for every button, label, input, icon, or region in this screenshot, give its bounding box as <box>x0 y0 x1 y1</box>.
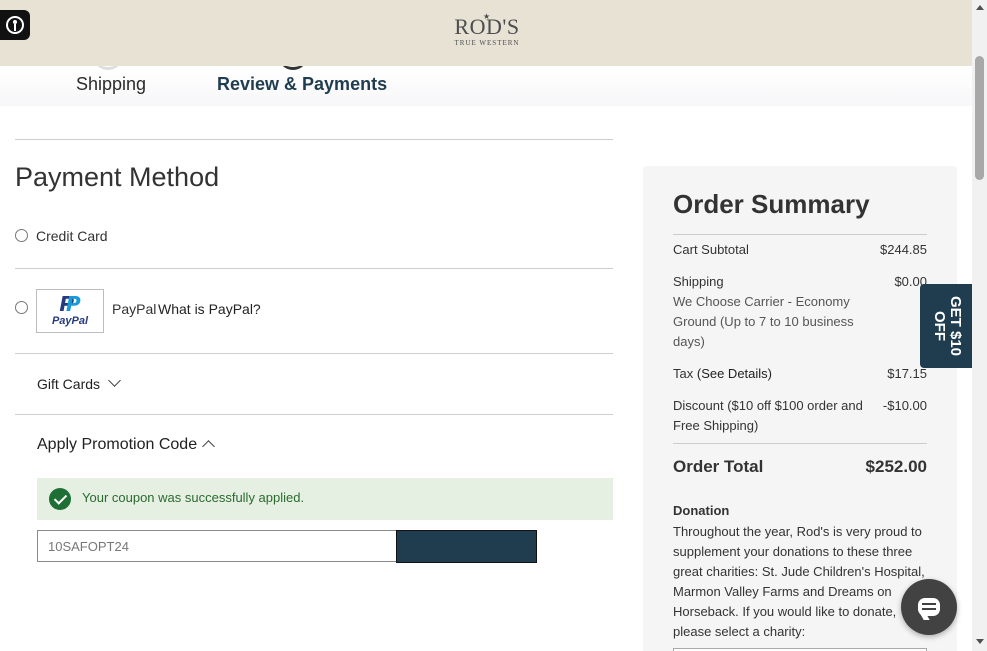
apply-promotion-code-toggle[interactable]: Apply Promotion Code <box>37 436 197 454</box>
cart-subtotal-label: Cart Subtotal <box>673 242 749 257</box>
payment-method-title: Payment Method <box>15 162 220 192</box>
credit-card-label[interactable]: Credit Card <box>36 228 108 244</box>
divider <box>673 443 927 444</box>
gift-cards-section[interactable]: Gift Cards <box>15 354 613 415</box>
success-text: Your coupon was successfully applied. <box>82 490 305 505</box>
credit-card-option[interactable]: Credit Card <box>15 227 613 269</box>
discount-value: -$10.00 <box>882 398 927 413</box>
get-10-off-label: GET $10 OFF <box>931 295 964 357</box>
accessibility-button[interactable] <box>0 10 30 40</box>
paypal-icon: PP <box>59 292 81 316</box>
chat-button[interactable] <box>901 579 957 635</box>
coupon-code-input[interactable] <box>37 530 397 562</box>
site-header: ★ ROD'S TRUE WESTERN <box>0 0 972 66</box>
payment-section: Payment Method Credit Card PP PayPal Pay… <box>15 139 613 563</box>
donation-text: Throughout the year, Rod's is very proud… <box>673 524 925 639</box>
scrollbar-thumb[interactable] <box>975 56 984 180</box>
what-is-paypal-link[interactable]: What is PayPal? <box>158 301 261 317</box>
order-summary: Order Summary Cart Subtotal $244.85 Ship… <box>643 166 957 651</box>
get-10-off-tab[interactable]: GET $10 OFF <box>920 284 972 368</box>
checkout-progress: Shipping Review & Payments <box>0 66 972 106</box>
shipping-label: Shipping <box>673 274 724 289</box>
cart-subtotal-value: $244.85 <box>880 242 927 257</box>
apply-coupon-button[interactable] <box>396 530 537 563</box>
paypal-label[interactable]: PayPal <box>112 301 156 317</box>
star-icon: ★ <box>483 12 491 21</box>
discount-label: Discount ($10 off $100 order and Free Sh… <box>673 398 863 433</box>
donation-title: Donation <box>673 503 730 518</box>
shipping-method-detail: We Choose Carrier - Economy Ground (Up t… <box>673 294 854 349</box>
tax-label: Tax (See Details) <box>673 364 772 384</box>
credit-card-radio[interactable] <box>15 229 28 242</box>
step-shipping[interactable]: Shipping <box>76 74 146 95</box>
paypal-logo[interactable]: PP PayPal <box>36 289 104 333</box>
logo-subtitle: TRUE WESTERN <box>454 39 520 47</box>
paypal-logo-text: PayPal <box>51 315 89 327</box>
scroll-up-arrow-icon[interactable] <box>976 5 984 10</box>
chat-bubble-icon <box>918 598 940 616</box>
check-circle-icon <box>49 488 71 510</box>
order-summary-title: Order Summary <box>673 189 870 219</box>
gift-cards-label[interactable]: Gift Cards <box>37 376 100 392</box>
divider <box>15 139 613 140</box>
paypal-radio[interactable] <box>15 301 28 314</box>
step-review-payments: Review & Payments <box>217 74 388 94</box>
divider <box>673 234 927 235</box>
coupon-success-message: Your coupon was successfully applied. <box>37 478 613 520</box>
chevron-down-icon[interactable] <box>108 374 121 387</box>
paypal-option[interactable]: PP PayPal PayPal What is PayPal? <box>15 269 613 354</box>
tax-label-text: Tax <box>673 366 694 381</box>
order-total-row: Order Total $252.00 <box>673 457 927 477</box>
site-logo[interactable]: ★ ROD'S TRUE WESTERN <box>452 12 522 54</box>
scroll-down-arrow-icon[interactable] <box>976 639 984 644</box>
tax-see-details-link[interactable]: (See Details) <box>697 366 772 381</box>
page-scrollbar[interactable] <box>972 0 987 651</box>
accessibility-icon <box>6 16 24 34</box>
chevron-up-icon[interactable] <box>202 440 215 453</box>
order-total-label: Order Total <box>673 457 764 476</box>
order-total-value: $252.00 <box>865 457 927 476</box>
